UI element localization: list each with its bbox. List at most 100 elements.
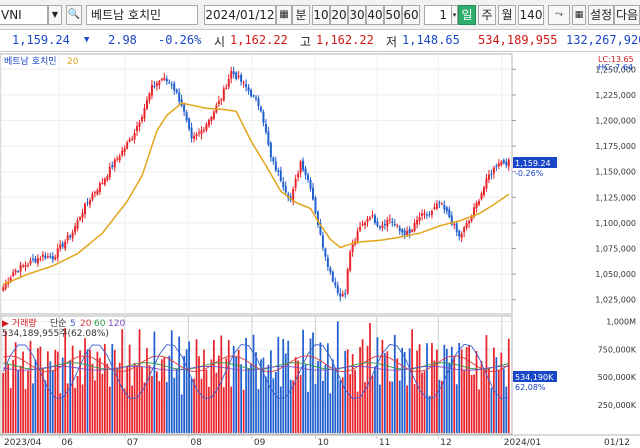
interval-value-field[interactable]: 1 — [424, 5, 452, 25]
volume-bar — [314, 384, 317, 433]
candle-body — [465, 223, 468, 228]
candle-body — [297, 173, 300, 178]
symbol-dropdown-button[interactable]: ▼ — [48, 5, 62, 25]
candle-body — [351, 244, 354, 252]
candle-body — [324, 248, 327, 257]
month-button[interactable]: 월 — [498, 5, 516, 25]
interval-10-button[interactable]: 10 — [312, 5, 330, 25]
candle-body — [220, 99, 223, 101]
week-button[interactable]: 주 — [478, 5, 496, 25]
volume-bar — [403, 351, 406, 433]
candle-body — [183, 104, 186, 112]
candle-body — [170, 84, 173, 86]
candle-body — [131, 139, 134, 141]
candle-body — [121, 150, 124, 156]
volume-bar — [289, 379, 292, 433]
candle-body — [413, 222, 416, 231]
high-label: 고 — [300, 35, 312, 49]
volume-bar — [478, 389, 480, 433]
interval-60-button[interactable]: 60 — [402, 5, 420, 25]
candle-body — [356, 231, 359, 241]
interval-20-button[interactable]: 20 — [330, 5, 348, 25]
volume-bar — [56, 351, 59, 433]
volume-bar — [175, 368, 178, 433]
volume-bar — [230, 386, 233, 433]
search-icon[interactable]: 🔍 — [66, 5, 82, 25]
candle-body — [406, 230, 409, 235]
candle-body — [262, 111, 265, 123]
candle-body — [101, 182, 104, 184]
day-button[interactable]: 일 — [458, 5, 476, 25]
settings-button[interactable]: 설정 — [588, 5, 614, 25]
candle-body — [391, 221, 394, 223]
candle-body — [237, 76, 240, 78]
price-tick-label: 1,150,000 — [595, 168, 636, 177]
volume-bar — [153, 331, 156, 433]
volume-bar — [361, 339, 364, 433]
candle-body — [61, 243, 64, 247]
candle-body — [163, 77, 166, 80]
price-volume-chart[interactable]: 베트남 호치민 20 ▶ 거래량 단순 5 20 60 120 534,189,… — [0, 52, 640, 448]
volume-bar — [193, 378, 195, 433]
price-tick-label: 1,175,000 — [595, 142, 636, 151]
volume-bar — [252, 334, 255, 433]
candle-body — [76, 220, 79, 229]
change-percent: -0.26% — [158, 33, 202, 47]
candle-body — [250, 90, 253, 97]
draw-tool-icon[interactable]: ⤳ — [548, 5, 570, 25]
candle-body — [93, 192, 96, 194]
candle-body — [495, 165, 498, 168]
down-arrow-icon: ▼ — [84, 35, 90, 45]
price-tick-label: 1,100,000 — [595, 219, 636, 228]
high-price: 1,162.22 — [316, 33, 374, 47]
volume-bar — [473, 374, 475, 433]
volume-bar — [426, 343, 428, 433]
date-input[interactable]: 2024/01/12 — [204, 5, 276, 25]
candle-body — [463, 227, 466, 233]
interval-50-button[interactable]: 50 — [384, 5, 402, 25]
volume-bar — [222, 387, 225, 433]
volume-bar — [173, 377, 176, 433]
candle-body — [136, 125, 139, 132]
candle-body — [401, 229, 404, 233]
volume-bar — [331, 359, 334, 433]
open-price: 1,162.22 — [230, 33, 288, 47]
volume-bar — [27, 370, 29, 433]
candle-body — [54, 257, 57, 260]
volume-bar — [270, 350, 272, 433]
volume-bar — [86, 349, 89, 433]
candle-body — [309, 180, 312, 189]
candle-body — [282, 181, 285, 188]
volume-bar — [334, 367, 337, 433]
calendar-icon[interactable]: ▦ — [276, 5, 292, 25]
candle-body — [433, 207, 436, 209]
x-axis-label: 10 — [317, 438, 329, 448]
grid-icon[interactable]: ▦ — [572, 5, 586, 25]
symbol-code-field[interactable]: VNI — [0, 5, 48, 25]
interval-40-button[interactable]: 40 — [366, 5, 384, 25]
candle-body — [74, 226, 77, 233]
candle-body — [96, 190, 99, 195]
price-tick-label: 1,125,000 — [595, 193, 636, 202]
candle-body — [448, 209, 451, 218]
candle-body — [22, 265, 25, 267]
volume-bar — [37, 348, 39, 433]
candle-body — [408, 228, 411, 234]
volume-ma20-label: 20 — [80, 319, 92, 329]
volume-bar — [448, 363, 451, 433]
candle-body — [222, 88, 225, 101]
next-button[interactable]: 다음 — [614, 5, 640, 25]
interval-30-button[interactable]: 30 — [348, 5, 366, 25]
x-axis-label: 12 — [440, 438, 451, 448]
candle-body — [138, 122, 141, 127]
minute-unit-button[interactable]: 분 — [292, 5, 310, 25]
volume-bar — [354, 370, 356, 433]
hc-label: HC:-7.64 — [598, 63, 633, 72]
quote-bar: 1,159.24 ▼ 2.98 -0.26% 시 1,162.22 고 1,16… — [0, 30, 640, 52]
volume-bar — [336, 321, 339, 433]
candle-body — [44, 255, 47, 259]
symbol-name-field: 베트남 호치민 — [86, 5, 198, 25]
volume-bar — [84, 338, 86, 433]
candle-body — [141, 117, 144, 122]
count-field[interactable]: 140 — [518, 5, 544, 25]
